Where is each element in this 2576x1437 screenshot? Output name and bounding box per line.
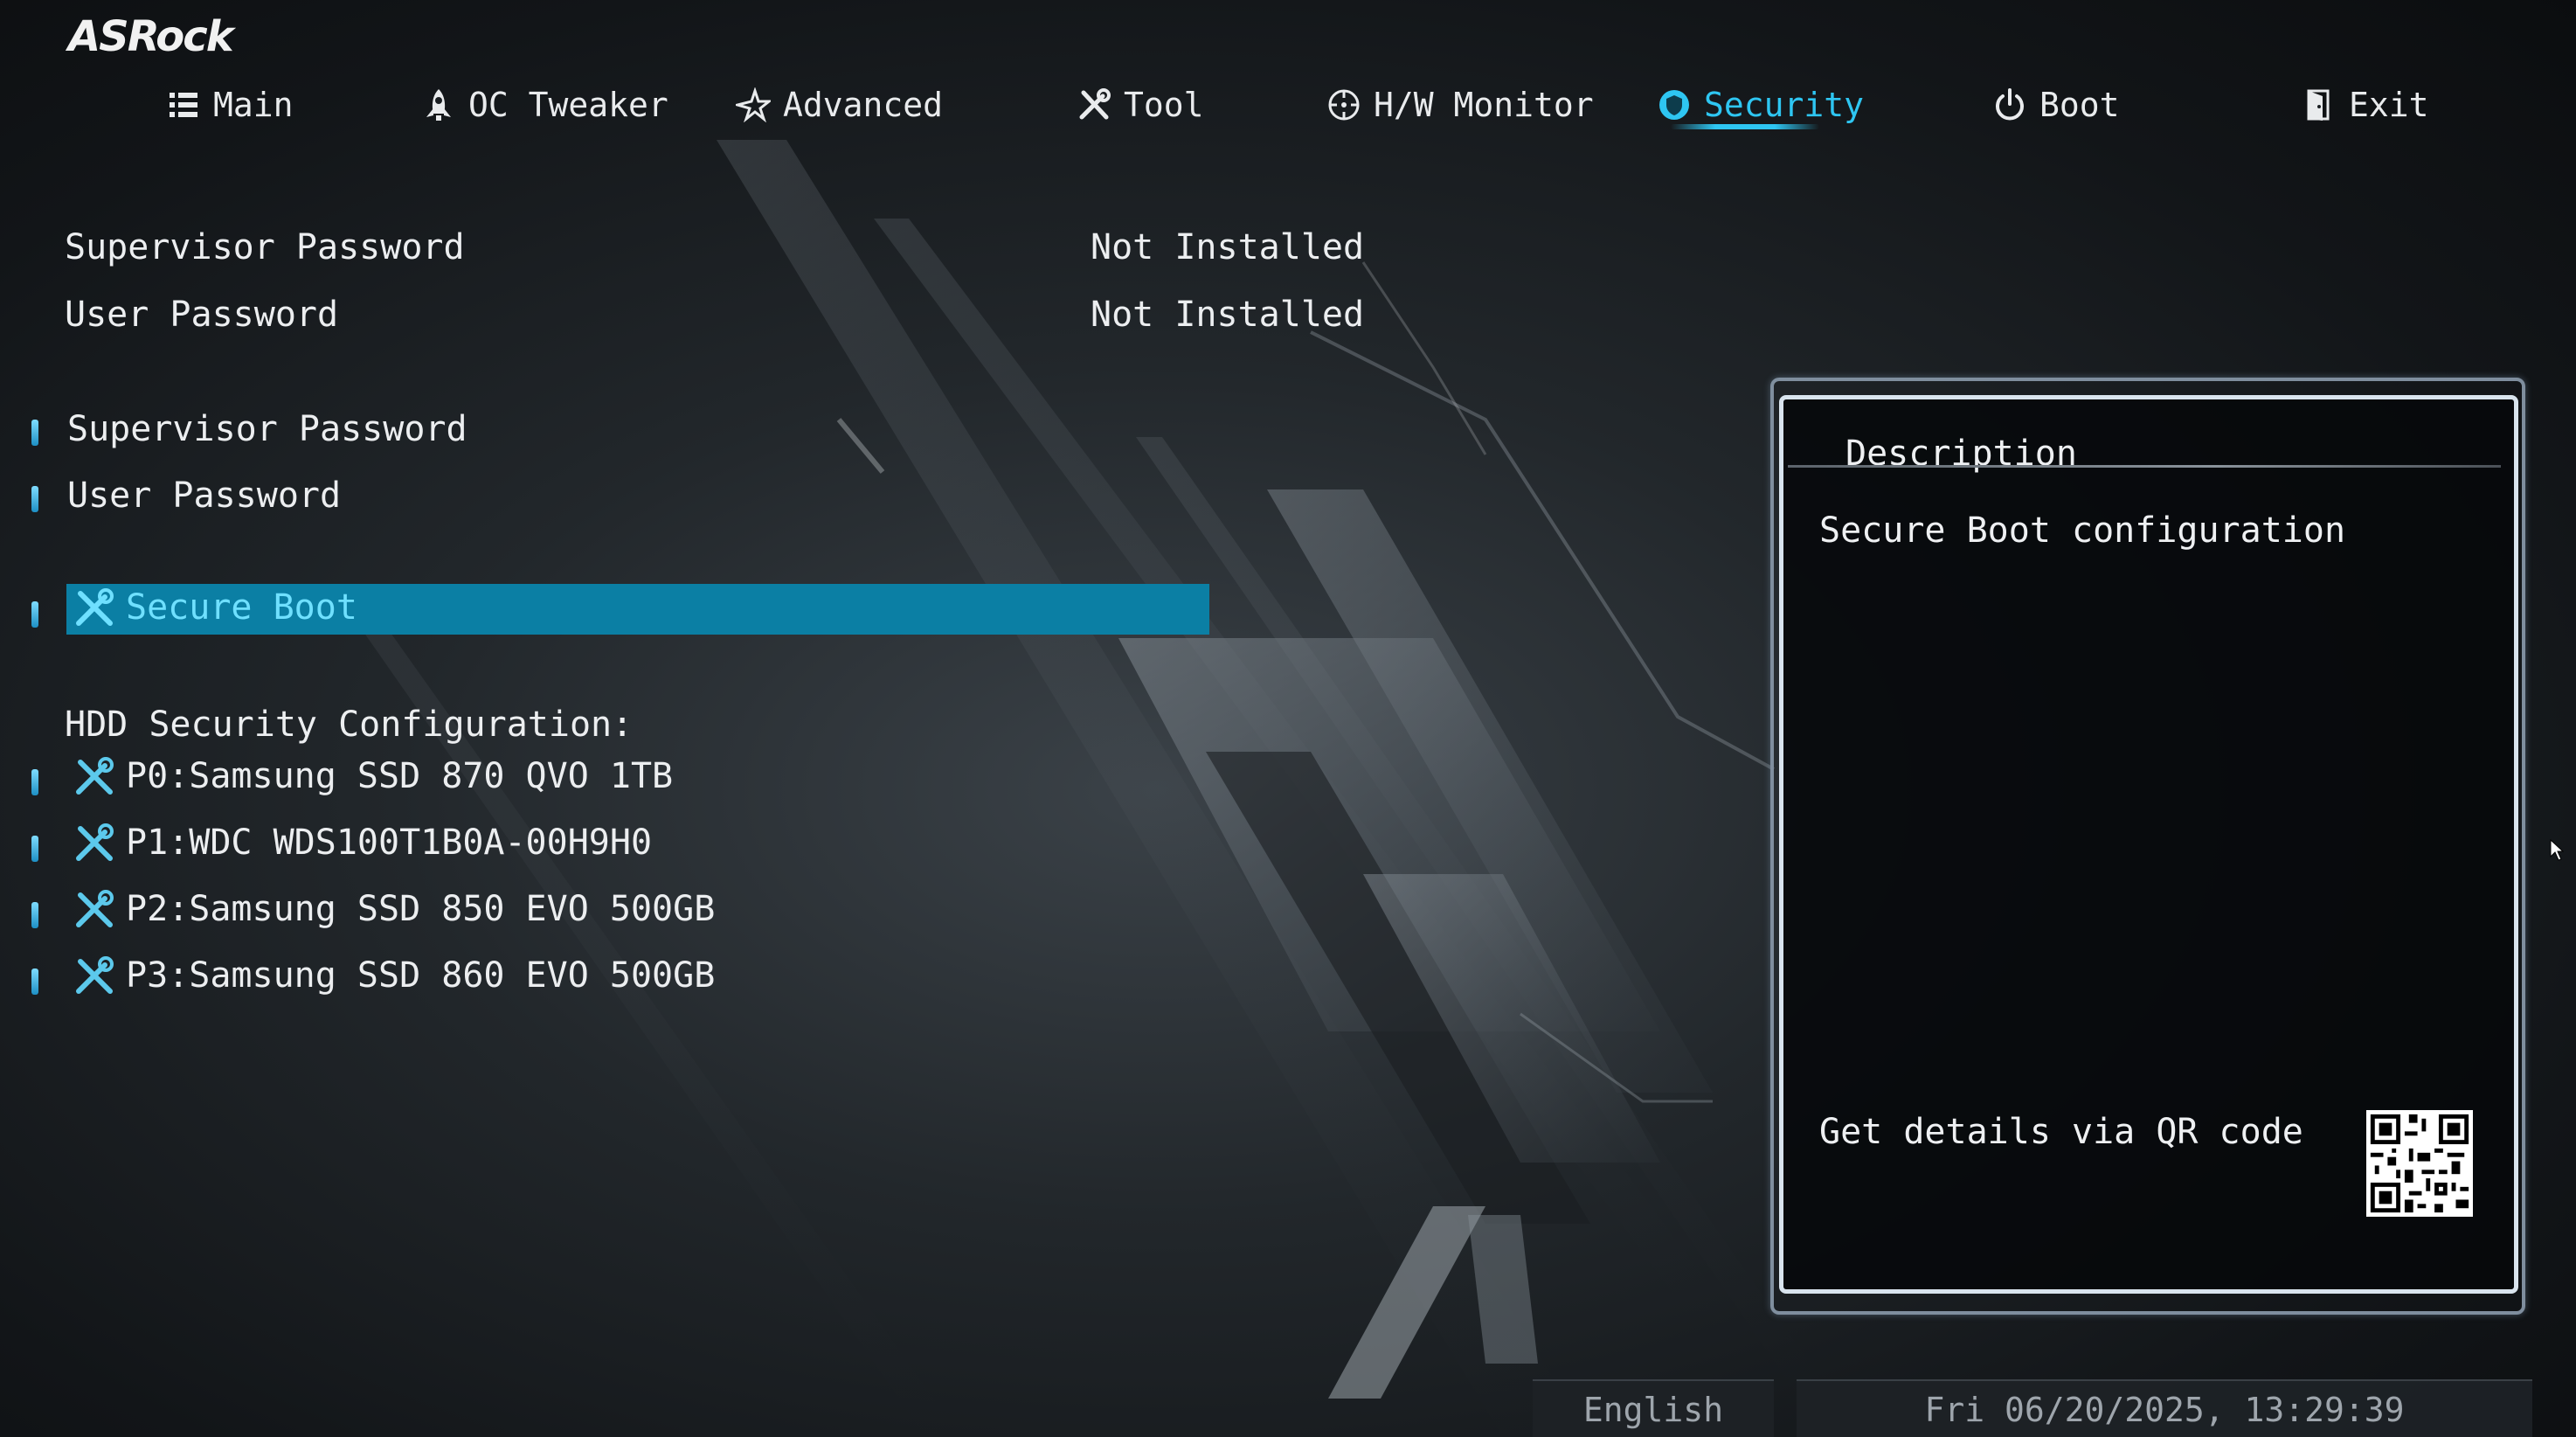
qr-code [2366, 1110, 2473, 1217]
language-selector[interactable]: English [1533, 1379, 1774, 1437]
description-divider [1788, 465, 2501, 468]
tab-tool[interactable]: Tool [1077, 77, 1204, 133]
description-title: Description [1845, 434, 2077, 474]
bios-screen: ASRock Main OC Tweaker Advanced Tool H/W… [0, 0, 2576, 1437]
active-tab-indicator [1671, 124, 1819, 129]
hdd-drive-item[interactable]: P0:Samsung SSD 870 QVO 1TB [73, 755, 673, 797]
tab-hw-monitor[interactable]: H/W Monitor [1326, 77, 1594, 133]
rocket-icon [426, 89, 451, 121]
secure-boot-label: Secure Boot [126, 587, 357, 628]
tools-icon [76, 823, 114, 861]
power-icon [1996, 88, 2024, 121]
tab-tool-label: Tool [1124, 86, 1204, 124]
item-marker [31, 769, 38, 795]
item-marker [31, 968, 38, 995]
datetime-display: Fri 06/20/2025, 13:29:39 [1797, 1379, 2532, 1437]
item-marker [31, 601, 38, 628]
tab-security-label: Security [1704, 86, 1865, 124]
tools-icon [76, 588, 114, 626]
supervisor-password-status-label: Supervisor Password [65, 227, 465, 267]
tab-boot[interactable]: Boot [1992, 77, 2120, 133]
tab-advanced[interactable]: Advanced [736, 77, 943, 133]
user-password-status-value: Not Installed [1091, 295, 1365, 335]
shield-icon [1659, 90, 1689, 120]
monitor-icon [1328, 89, 1360, 121]
tools-icon [76, 757, 114, 795]
qr-label: Get details via QR code [1819, 1112, 2303, 1152]
tab-exit-label: Exit [2349, 86, 2429, 124]
hdd-drive-label: P1:WDC WDS100T1B0A-00H9H0 [126, 823, 653, 863]
description-text: Secure Boot configuration [1819, 510, 2346, 551]
list-icon [170, 93, 197, 117]
tab-boot-label: Boot [2039, 86, 2120, 124]
asrock-logo: ASRock [68, 12, 234, 61]
tab-main-label: Main [213, 86, 294, 124]
item-marker [31, 420, 38, 446]
tools-icon [1079, 88, 1111, 120]
star-icon [736, 87, 771, 122]
user-password-status-label: User Password [65, 295, 339, 335]
supervisor-password-status-value: Not Installed [1091, 227, 1365, 267]
hdd-drive-label: P3:Samsung SSD 860 EVO 500GB [126, 955, 716, 996]
hdd-drive-item[interactable]: P3:Samsung SSD 860 EVO 500GB [73, 955, 715, 996]
secure-boot-item[interactable]: Secure Boot [73, 587, 357, 628]
item-marker [31, 902, 38, 928]
hdd-drive-label: P2:Samsung SSD 850 EVO 500GB [126, 889, 716, 929]
tab-exit[interactable]: Exit [2302, 77, 2429, 133]
item-marker [31, 486, 38, 512]
hdd-drive-item[interactable]: P1:WDC WDS100T1B0A-00H9H0 [73, 822, 652, 864]
supervisor-password-item[interactable]: Supervisor Password [67, 409, 467, 449]
tools-icon [76, 890, 114, 927]
tab-hw-monitor-label: H/W Monitor [1374, 86, 1594, 124]
mouse-cursor-icon [2550, 839, 2564, 861]
hdd-drive-item[interactable]: P2:Samsung SSD 850 EVO 500GB [73, 888, 715, 930]
exit-door-icon [2307, 89, 2330, 121]
item-marker [31, 836, 38, 862]
tab-oc-tweaker[interactable]: OC Tweaker [421, 77, 668, 133]
tab-advanced-label: Advanced [783, 86, 944, 124]
hdd-security-heading: HDD Security Configuration: [65, 705, 634, 745]
tools-icon [76, 956, 114, 994]
hdd-drive-label: P0:Samsung SSD 870 QVO 1TB [126, 756, 674, 796]
tab-oc-tweaker-label: OC Tweaker [468, 86, 668, 124]
user-password-item[interactable]: User Password [67, 476, 341, 516]
tab-main[interactable]: Main [166, 77, 294, 133]
